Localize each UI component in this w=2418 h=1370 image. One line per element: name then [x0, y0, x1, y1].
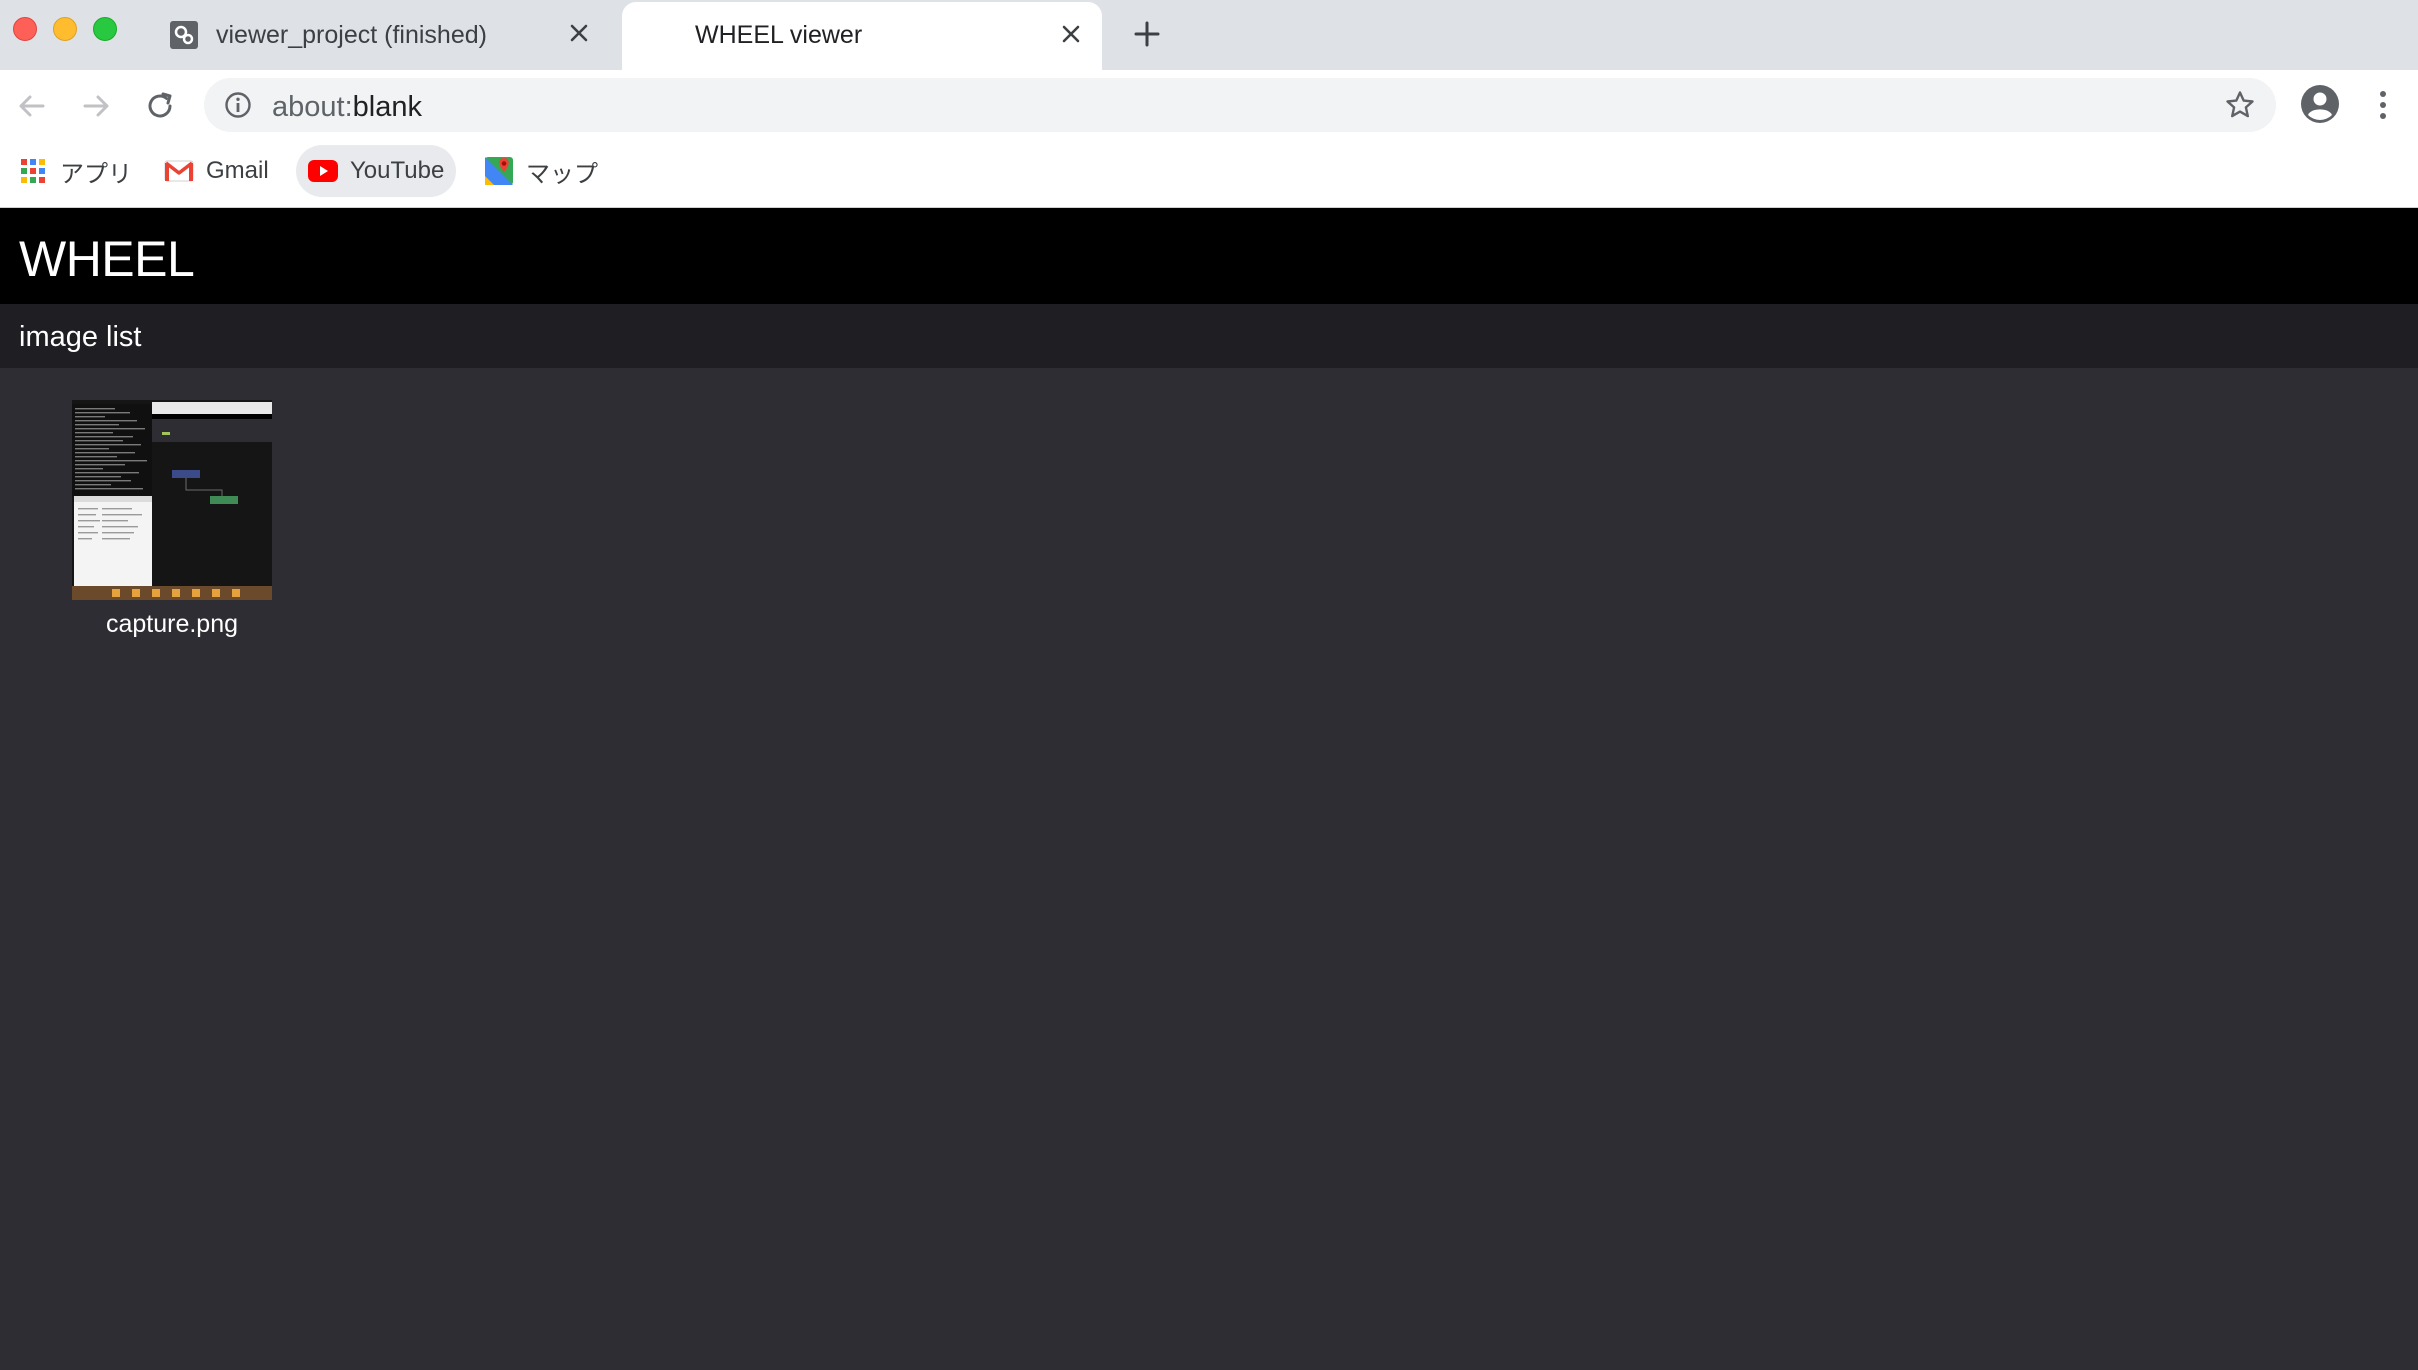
tab-title: viewer_project (finished) [216, 21, 487, 49]
browser-chrome: viewer_project (finished) WHEEL viewer a… [0, 0, 2418, 208]
minimize-window-button[interactable] [53, 17, 77, 41]
reload-icon[interactable] [140, 86, 180, 126]
browser-toolbar: about:blank [0, 70, 2418, 140]
youtube-icon [308, 156, 338, 186]
wheel-viewer-page: WHEEL image list capture.png [0, 208, 2418, 1370]
app-header: WHEEL [0, 208, 2418, 304]
tab-strip: viewer_project (finished) WHEEL viewer [0, 0, 2418, 70]
app-title: WHEEL [19, 231, 195, 287]
bookmark-youtube[interactable]: YouTube [296, 145, 457, 197]
new-tab-plus-icon[interactable] [1130, 17, 1164, 51]
more-vert-icon[interactable] [2368, 85, 2398, 125]
section-header: image list [0, 304, 2418, 368]
tab-viewer-project[interactable]: viewer_project (finished) [152, 0, 620, 70]
close-tab-icon[interactable] [1056, 19, 1086, 49]
bookmark-star-icon[interactable] [2224, 89, 2256, 121]
close-tab-icon[interactable] [564, 18, 594, 48]
bookmarks-bar: アプリ Gmail YouTube マップ [0, 140, 2418, 208]
tab-wheel-viewer[interactable]: WHEEL viewer [622, 2, 1102, 70]
info-icon[interactable] [224, 91, 252, 119]
bookmark-maps[interactable]: マップ [472, 145, 610, 197]
gmail-icon [164, 156, 194, 186]
bookmark-gmail[interactable]: Gmail [152, 145, 281, 197]
section-title: image list [19, 321, 142, 353]
maps-icon [484, 156, 514, 186]
close-window-button[interactable] [13, 17, 37, 41]
gear-icon [170, 21, 198, 49]
forward-arrow-icon[interactable] [76, 86, 116, 126]
address-bar[interactable]: about:blank [204, 78, 2276, 132]
profile-avatar-icon[interactable] [2299, 83, 2341, 125]
apps-grid-icon [18, 156, 48, 186]
tab-title: WHEEL viewer [695, 21, 863, 49]
address-url: about:blank [272, 91, 422, 123]
image-filename: capture.png [105, 610, 239, 638]
bookmark-label: Gmail [206, 157, 269, 184]
bookmark-apps[interactable]: アプリ [6, 145, 144, 197]
image-thumbnail[interactable] [72, 400, 272, 600]
bookmark-label: アプリ [60, 160, 132, 188]
maximize-window-button[interactable] [93, 17, 117, 41]
back-arrow-icon[interactable] [12, 86, 52, 126]
bookmark-label: YouTube [350, 157, 445, 184]
bookmark-label: マップ [526, 160, 598, 188]
